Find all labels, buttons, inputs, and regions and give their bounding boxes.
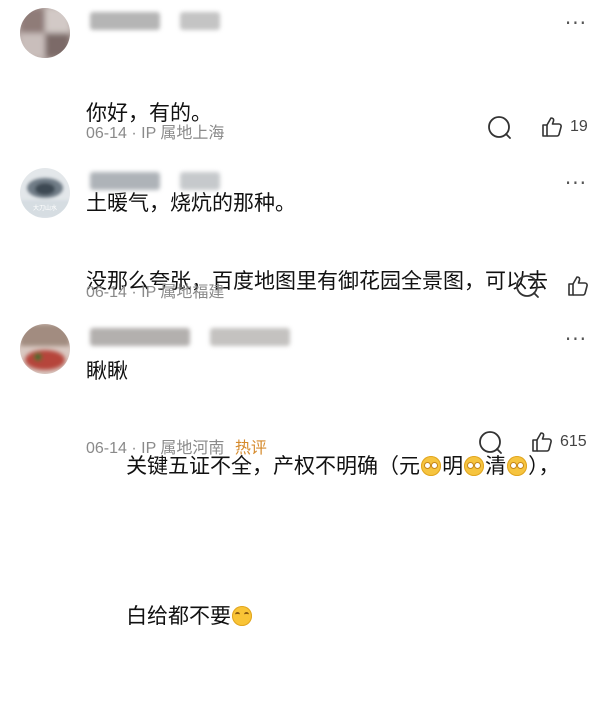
like-button[interactable] — [566, 274, 590, 298]
comment-text: 关键五证不全，产权不明确（元明清）， 白给都不要 — [126, 454, 560, 628]
emoji-grimace-icon — [464, 456, 485, 476]
avatar[interactable] — [20, 8, 70, 58]
reply-button[interactable] — [478, 430, 504, 456]
emoji-grimace-icon — [507, 456, 528, 476]
thumbs-up-icon — [542, 117, 562, 137]
username-suffix — [180, 12, 220, 30]
reply-button[interactable] — [487, 115, 513, 141]
comment-icon — [488, 116, 511, 139]
username[interactable] — [90, 328, 190, 346]
avatar[interactable]: 大刀山水 — [20, 168, 70, 218]
like-button[interactable]: 615 — [530, 430, 587, 454]
more-icon[interactable]: ··· — [565, 173, 587, 193]
comment-meta: 06-14 · IP 属地河南 热评 — [86, 440, 267, 457]
emoji-grimace-icon — [421, 456, 442, 476]
username-suffix — [210, 328, 290, 346]
avatar-caption: 大刀山水 — [32, 205, 57, 212]
thumbs-up-icon — [532, 432, 552, 452]
reply-button[interactable] — [515, 274, 541, 300]
more-icon[interactable]: ··· — [565, 329, 587, 349]
avatar[interactable] — [20, 324, 70, 374]
comment-meta: 06-14 · IP 属地福建 — [86, 284, 225, 301]
like-count: 615 — [560, 433, 587, 450]
avatar-image — [20, 8, 70, 58]
hot-badge: 热评 — [234, 440, 267, 457]
username[interactable] — [90, 12, 160, 30]
username-suffix — [180, 172, 220, 190]
username[interactable] — [90, 172, 160, 190]
avatar-image — [20, 324, 70, 374]
like-button[interactable]: 19 — [540, 115, 588, 139]
emoji-laugh-icon — [232, 606, 253, 626]
like-count: 19 — [570, 118, 588, 135]
comment-item: ··· 关键五证不全，产权不明确（元明清）， 白给都不要 06-14 · IP … — [0, 316, 605, 628]
comment-icon — [516, 275, 539, 298]
comment-meta: 06-14 · IP 属地上海 — [86, 125, 225, 142]
comment-item: ··· 你好，有的。 土暖气，烧炕的那种。 06-14 · IP 属地上海 19 — [0, 0, 605, 215]
comment-item: 大刀山水 ··· 没那么夸张，百度地图里有御花园全景图，可以去 瞅瞅 06-14… — [0, 160, 605, 383]
comment-icon — [479, 431, 502, 454]
thumbs-up-icon — [568, 276, 588, 296]
more-icon[interactable]: ··· — [565, 13, 587, 33]
